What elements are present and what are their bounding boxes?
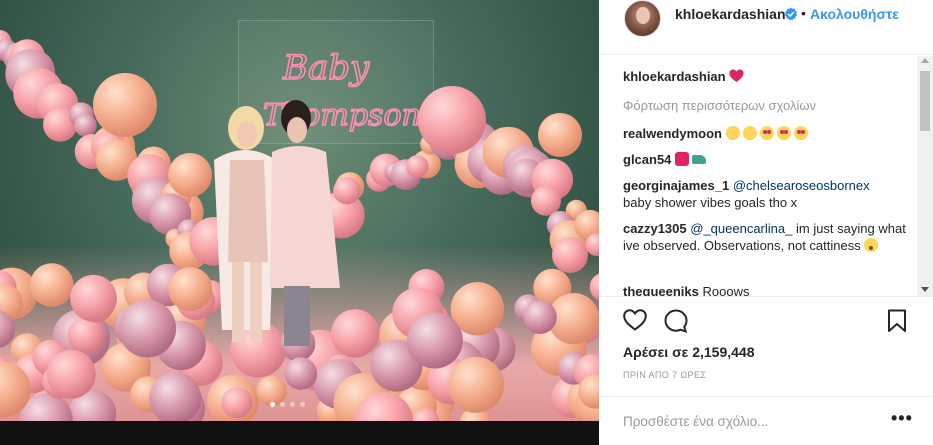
balloon <box>284 357 318 390</box>
balloon <box>168 153 212 197</box>
header-separator: • <box>801 5 806 21</box>
balloon <box>74 114 97 137</box>
kiss-face-emoji-icon <box>725 126 740 140</box>
balloon <box>448 356 505 413</box>
comment-username[interactable]: realwendymoon <box>623 126 722 141</box>
verified-badge-icon <box>784 7 798 21</box>
comment-item: realwendymoon <box>623 125 913 142</box>
carousel-dot[interactable] <box>300 402 305 407</box>
balloon <box>30 263 74 307</box>
balloon <box>331 309 380 358</box>
comment-username[interactable]: georginajames_1 <box>623 178 729 193</box>
balloon <box>46 349 96 399</box>
balloon <box>168 267 213 312</box>
comments-scrollbar[interactable] <box>917 56 933 296</box>
sneaker-emoji-icon <box>692 155 707 164</box>
header-username[interactable]: khloekardashian <box>675 6 786 22</box>
scroll-down-arrow-icon[interactable] <box>921 287 929 292</box>
balloon <box>149 372 202 425</box>
red-heart-icon <box>729 69 744 82</box>
balloon <box>221 387 253 419</box>
carousel-dot[interactable] <box>290 402 295 407</box>
comment-text: Rooows <box>702 284 750 296</box>
photo-bottom-strip <box>0 421 599 445</box>
flushed-face-emoji-icon <box>864 238 879 252</box>
heart-face-emoji-icon <box>675 152 690 166</box>
caption-username[interactable]: khloekardashian <box>623 69 726 84</box>
comment-username[interactable]: cazzy1305 <box>623 221 687 236</box>
person-left <box>214 106 276 342</box>
heart-eyes-emoji-icon <box>759 126 774 140</box>
comment-username[interactable]: thequeeniks <box>623 284 699 296</box>
follow-button[interactable]: Ακολουθήστε <box>810 6 899 22</box>
post-header: khloekardashian • Ακολουθήστε <box>599 0 933 55</box>
balloon-garland <box>0 30 599 445</box>
post-actions <box>599 296 933 346</box>
balloon <box>589 273 599 301</box>
heart-eyes-emoji-icon <box>776 126 791 140</box>
carousel-dot[interactable] <box>280 402 285 407</box>
comment-username[interactable]: glcan54 <box>623 152 671 167</box>
carousel-dot[interactable] <box>270 402 275 407</box>
comment-input[interactable] <box>623 411 873 431</box>
balloon <box>93 73 157 137</box>
balloon <box>406 312 463 369</box>
person-right <box>270 100 340 346</box>
comment-item: cazzy1305 @_queencarlina_ im just saying… <box>623 220 913 254</box>
likes-count[interactable]: Αρέσει σε 2,159,448 <box>623 344 754 360</box>
comment-bubble-icon[interactable] <box>664 309 688 333</box>
comment-item: thequeeniks Rooows <box>623 283 913 296</box>
comment-text: baby shower vibes goals tho x <box>623 195 798 210</box>
comment-item: georginajames_1 @chelsearoseosbornex bab… <box>623 177 913 211</box>
balloon <box>538 113 582 157</box>
post-photo[interactable]: Baby Thompson <box>0 0 599 445</box>
heart-outline-icon[interactable] <box>623 309 647 331</box>
caption: khloekardashian <box>623 68 913 85</box>
scrollbar-thumb[interactable] <box>920 71 930 131</box>
balloon <box>418 86 486 154</box>
comment-item: glcan54 <box>623 151 913 168</box>
balloon <box>531 185 561 216</box>
heart-eyes-emoji-icon <box>793 126 808 140</box>
more-options-icon[interactable]: ••• <box>891 409 913 427</box>
balloon <box>552 237 588 273</box>
scroll-up-arrow-icon[interactable] <box>921 58 929 63</box>
comment-mention[interactable]: @_queencarlina_ <box>690 221 792 236</box>
balloon <box>118 299 177 358</box>
balloon <box>70 274 117 322</box>
avatar[interactable] <box>624 0 661 37</box>
post-side-panel: khloekardashian • Ακολουθήστε khloekarda… <box>599 0 933 445</box>
post-timestamp[interactable]: ΠΡΙΝ ΑΠΟ 7 ΩΡΕΣ <box>623 370 706 380</box>
comment-mention[interactable]: @chelsearoseosbornex <box>733 178 870 193</box>
load-more-comments[interactable]: Φόρτωση περισσότερων σχολίων <box>623 98 816 113</box>
comments-list: khloekardashian Φόρτωση περισσότερων σχο… <box>599 56 933 296</box>
add-comment-bar: ••• <box>599 396 933 445</box>
kiss-face-emoji-icon <box>742 126 757 140</box>
carousel-dots <box>270 402 305 407</box>
bookmark-icon[interactable] <box>887 309 907 333</box>
balloon <box>406 155 429 178</box>
balloon <box>523 300 557 334</box>
balloon <box>67 317 104 354</box>
balloon <box>333 177 361 205</box>
